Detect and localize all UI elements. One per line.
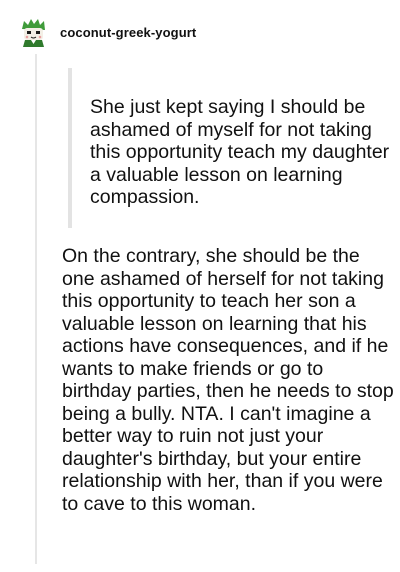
green-cartoon-character-avatar-icon xyxy=(18,17,48,47)
reblog-post: coconut-greek-yogurt She just kept sayin… xyxy=(0,0,400,572)
quoted-text: She just kept saying I should be ashamed… xyxy=(90,96,390,208)
username[interactable]: coconut-greek-yogurt xyxy=(60,25,196,40)
avatar[interactable] xyxy=(18,17,48,47)
reply-text: On the contrary, she should be the one a… xyxy=(62,245,394,515)
thread-line xyxy=(35,54,37,564)
post-header: coconut-greek-yogurt xyxy=(18,16,196,48)
